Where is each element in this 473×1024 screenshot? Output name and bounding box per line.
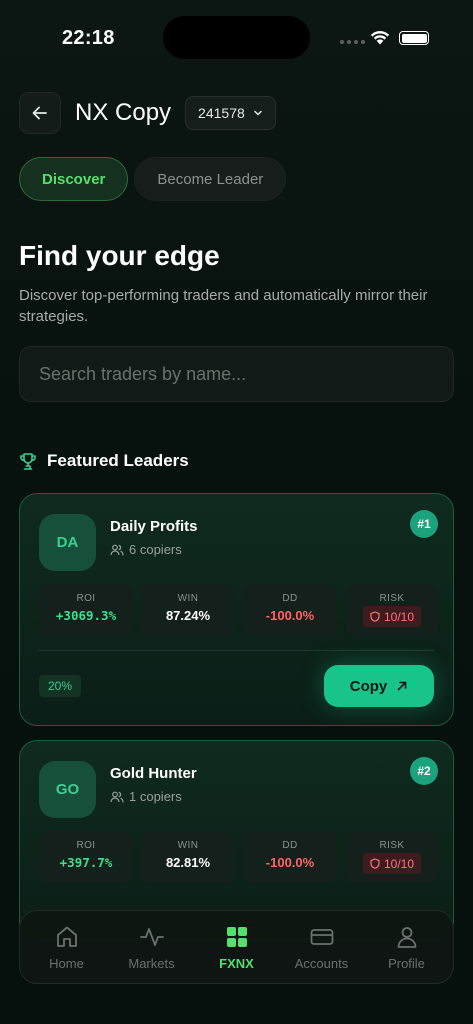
- stats-row: ROI +3069.3% WIN 87.24% DD -100.0% RISK …: [39, 584, 439, 636]
- tab-discover[interactable]: Discover: [19, 157, 129, 201]
- copiers-label: 6 copiers: [129, 542, 182, 557]
- copiers-label: 1 copiers: [129, 789, 182, 804]
- stat-label: WIN: [177, 840, 199, 851]
- risk-badge: 10/10: [362, 853, 422, 874]
- shield-icon: [370, 611, 380, 622]
- card-icon: [310, 928, 333, 945]
- stat-value: +3069.3%: [55, 608, 117, 623]
- nav-fxnx[interactable]: FXNX: [197, 924, 277, 971]
- featured-section-header: Featured Leaders: [19, 451, 189, 471]
- arrow-left-icon: [32, 106, 47, 120]
- dynamic-island: [163, 16, 310, 59]
- rank-badge: #1: [410, 510, 438, 538]
- divider: [39, 650, 434, 651]
- nav-markets[interactable]: Markets: [112, 924, 192, 971]
- stat-value: -100.0%: [265, 608, 315, 623]
- rank-badge: #2: [410, 757, 438, 785]
- stat-label: RISK: [379, 593, 405, 604]
- hero-title: Find your edge: [19, 240, 220, 271]
- page-title: NX Copy: [75, 99, 172, 126]
- shield-icon: [370, 858, 380, 869]
- stat-label: DD: [282, 840, 298, 851]
- copiers-count: 6 copiers: [110, 542, 182, 557]
- stats-row: ROI +397.7% WIN 82.81% DD -100.0% RISK 1…: [39, 831, 439, 883]
- stat-label: DD: [282, 593, 298, 604]
- stat-value: +397.7%: [59, 855, 113, 870]
- nav-label: Markets: [128, 955, 175, 971]
- nav-label: Accounts: [294, 955, 349, 971]
- users-icon: [110, 544, 124, 556]
- stat-value: 82.81%: [165, 855, 211, 870]
- section-title: Featured Leaders: [47, 451, 189, 470]
- risk-value: 10/10: [383, 856, 415, 871]
- avatar: DA: [39, 514, 96, 571]
- signal-icon: [340, 40, 365, 44]
- leader-card[interactable]: DA Daily Profits 6 copiers #1 ROI +3069.…: [19, 493, 454, 726]
- stat-dd: DD -100.0%: [243, 584, 337, 636]
- search-input[interactable]: [19, 346, 454, 402]
- battery-icon: [399, 31, 429, 45]
- status-bar: 22:18: [0, 0, 473, 80]
- nav-label: Home: [49, 955, 84, 971]
- chevron-down-icon: [254, 110, 262, 116]
- copy-button-label: Copy: [349, 677, 388, 695]
- stat-roi: ROI +3069.3%: [39, 584, 133, 636]
- wifi-icon: [370, 31, 390, 45]
- activity-icon: [139, 927, 164, 946]
- risk-badge: 10/10: [362, 606, 422, 627]
- tab-bar: Discover Become Leader: [19, 157, 287, 201]
- grid-icon: [226, 926, 247, 947]
- user-icon: [397, 926, 416, 948]
- bottom-nav: Home Markets FXNX Accounts Profile: [19, 910, 454, 984]
- copy-button[interactable]: Copy: [324, 665, 434, 707]
- home-icon: [56, 926, 77, 947]
- tab-become-leader[interactable]: Become Leader: [134, 157, 287, 201]
- nav-label: FXNX: [219, 955, 254, 971]
- account-selector[interactable]: 241578: [185, 96, 276, 130]
- stat-win: WIN 82.81%: [141, 831, 235, 883]
- nav-profile[interactable]: Profile: [367, 924, 447, 971]
- status-time: 22:18: [62, 27, 115, 49]
- copiers-count: 1 copiers: [110, 789, 182, 804]
- arrow-up-right-icon: [397, 681, 407, 691]
- trader-name: Gold Hunter: [110, 765, 197, 782]
- fee-badge: 20%: [39, 675, 82, 697]
- stat-win: WIN 87.24%: [141, 584, 235, 636]
- stat-label: RISK: [379, 840, 405, 851]
- stat-value: -100.0%: [265, 855, 315, 870]
- risk-value: 10/10: [383, 609, 415, 624]
- hero-subtitle: Discover top-performing traders and auto…: [19, 287, 428, 325]
- stat-label: ROI: [76, 593, 96, 604]
- stat-dd: DD -100.0%: [243, 831, 337, 883]
- back-button[interactable]: [19, 92, 61, 134]
- trophy-icon: [20, 452, 36, 470]
- trader-name: Daily Profits: [110, 518, 198, 535]
- stat-label: ROI: [76, 840, 96, 851]
- stat-value: 87.24%: [165, 608, 211, 623]
- stat-risk: RISK 10/10: [345, 584, 439, 636]
- nav-accounts[interactable]: Accounts: [282, 924, 362, 971]
- nav-home[interactable]: Home: [27, 924, 107, 971]
- avatar: GO: [39, 761, 96, 818]
- stat-risk: RISK 10/10: [345, 831, 439, 883]
- account-id: 241578: [198, 105, 245, 121]
- header: NX Copy 241578: [19, 92, 454, 134]
- stat-roi: ROI +397.7%: [39, 831, 133, 883]
- nav-label: Profile: [388, 955, 425, 971]
- stat-label: WIN: [177, 593, 199, 604]
- users-icon: [110, 791, 124, 803]
